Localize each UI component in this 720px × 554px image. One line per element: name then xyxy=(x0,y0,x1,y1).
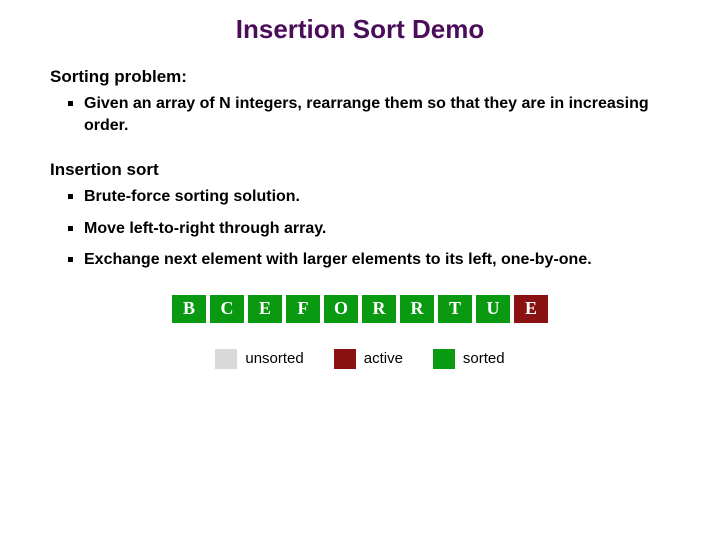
list-item: Given an array of N integers, rearrange … xyxy=(50,93,670,136)
legend: unsorted active sorted xyxy=(50,349,670,369)
legend-label: unsorted xyxy=(245,350,303,367)
page-title: Insertion Sort Demo xyxy=(0,14,720,45)
list-problem: Given an array of N integers, rearrange … xyxy=(50,93,670,136)
swatch-sorted-icon xyxy=(433,349,455,369)
array-cell: C xyxy=(210,295,244,323)
array-cell: F xyxy=(286,295,320,323)
array-cell: U xyxy=(476,295,510,323)
legend-active: active xyxy=(334,349,403,369)
legend-label: sorted xyxy=(463,350,505,367)
legend-sorted: sorted xyxy=(433,349,505,369)
array-strip: B C E F O R R T U E xyxy=(50,295,670,323)
array-cell: B xyxy=(172,295,206,323)
list-insertion: Brute-force sorting solution. Move left-… xyxy=(50,186,670,271)
heading-insertion: Insertion sort xyxy=(50,160,670,180)
array-cell: T xyxy=(438,295,472,323)
legend-label: active xyxy=(364,350,403,367)
heading-problem: Sorting problem: xyxy=(50,67,670,87)
array-cell: E xyxy=(514,295,548,323)
list-item: Move left-to-right through array. xyxy=(50,218,670,240)
swatch-unsorted-icon xyxy=(215,349,237,369)
array-cell: O xyxy=(324,295,358,323)
list-item: Exchange next element with larger elemen… xyxy=(50,249,670,271)
array-cell: E xyxy=(248,295,282,323)
legend-unsorted: unsorted xyxy=(215,349,303,369)
swatch-active-icon xyxy=(334,349,356,369)
content-area: Sorting problem: Given an array of N int… xyxy=(0,67,720,369)
array-cell: R xyxy=(362,295,396,323)
list-item: Brute-force sorting solution. xyxy=(50,186,670,208)
array-cell: R xyxy=(400,295,434,323)
